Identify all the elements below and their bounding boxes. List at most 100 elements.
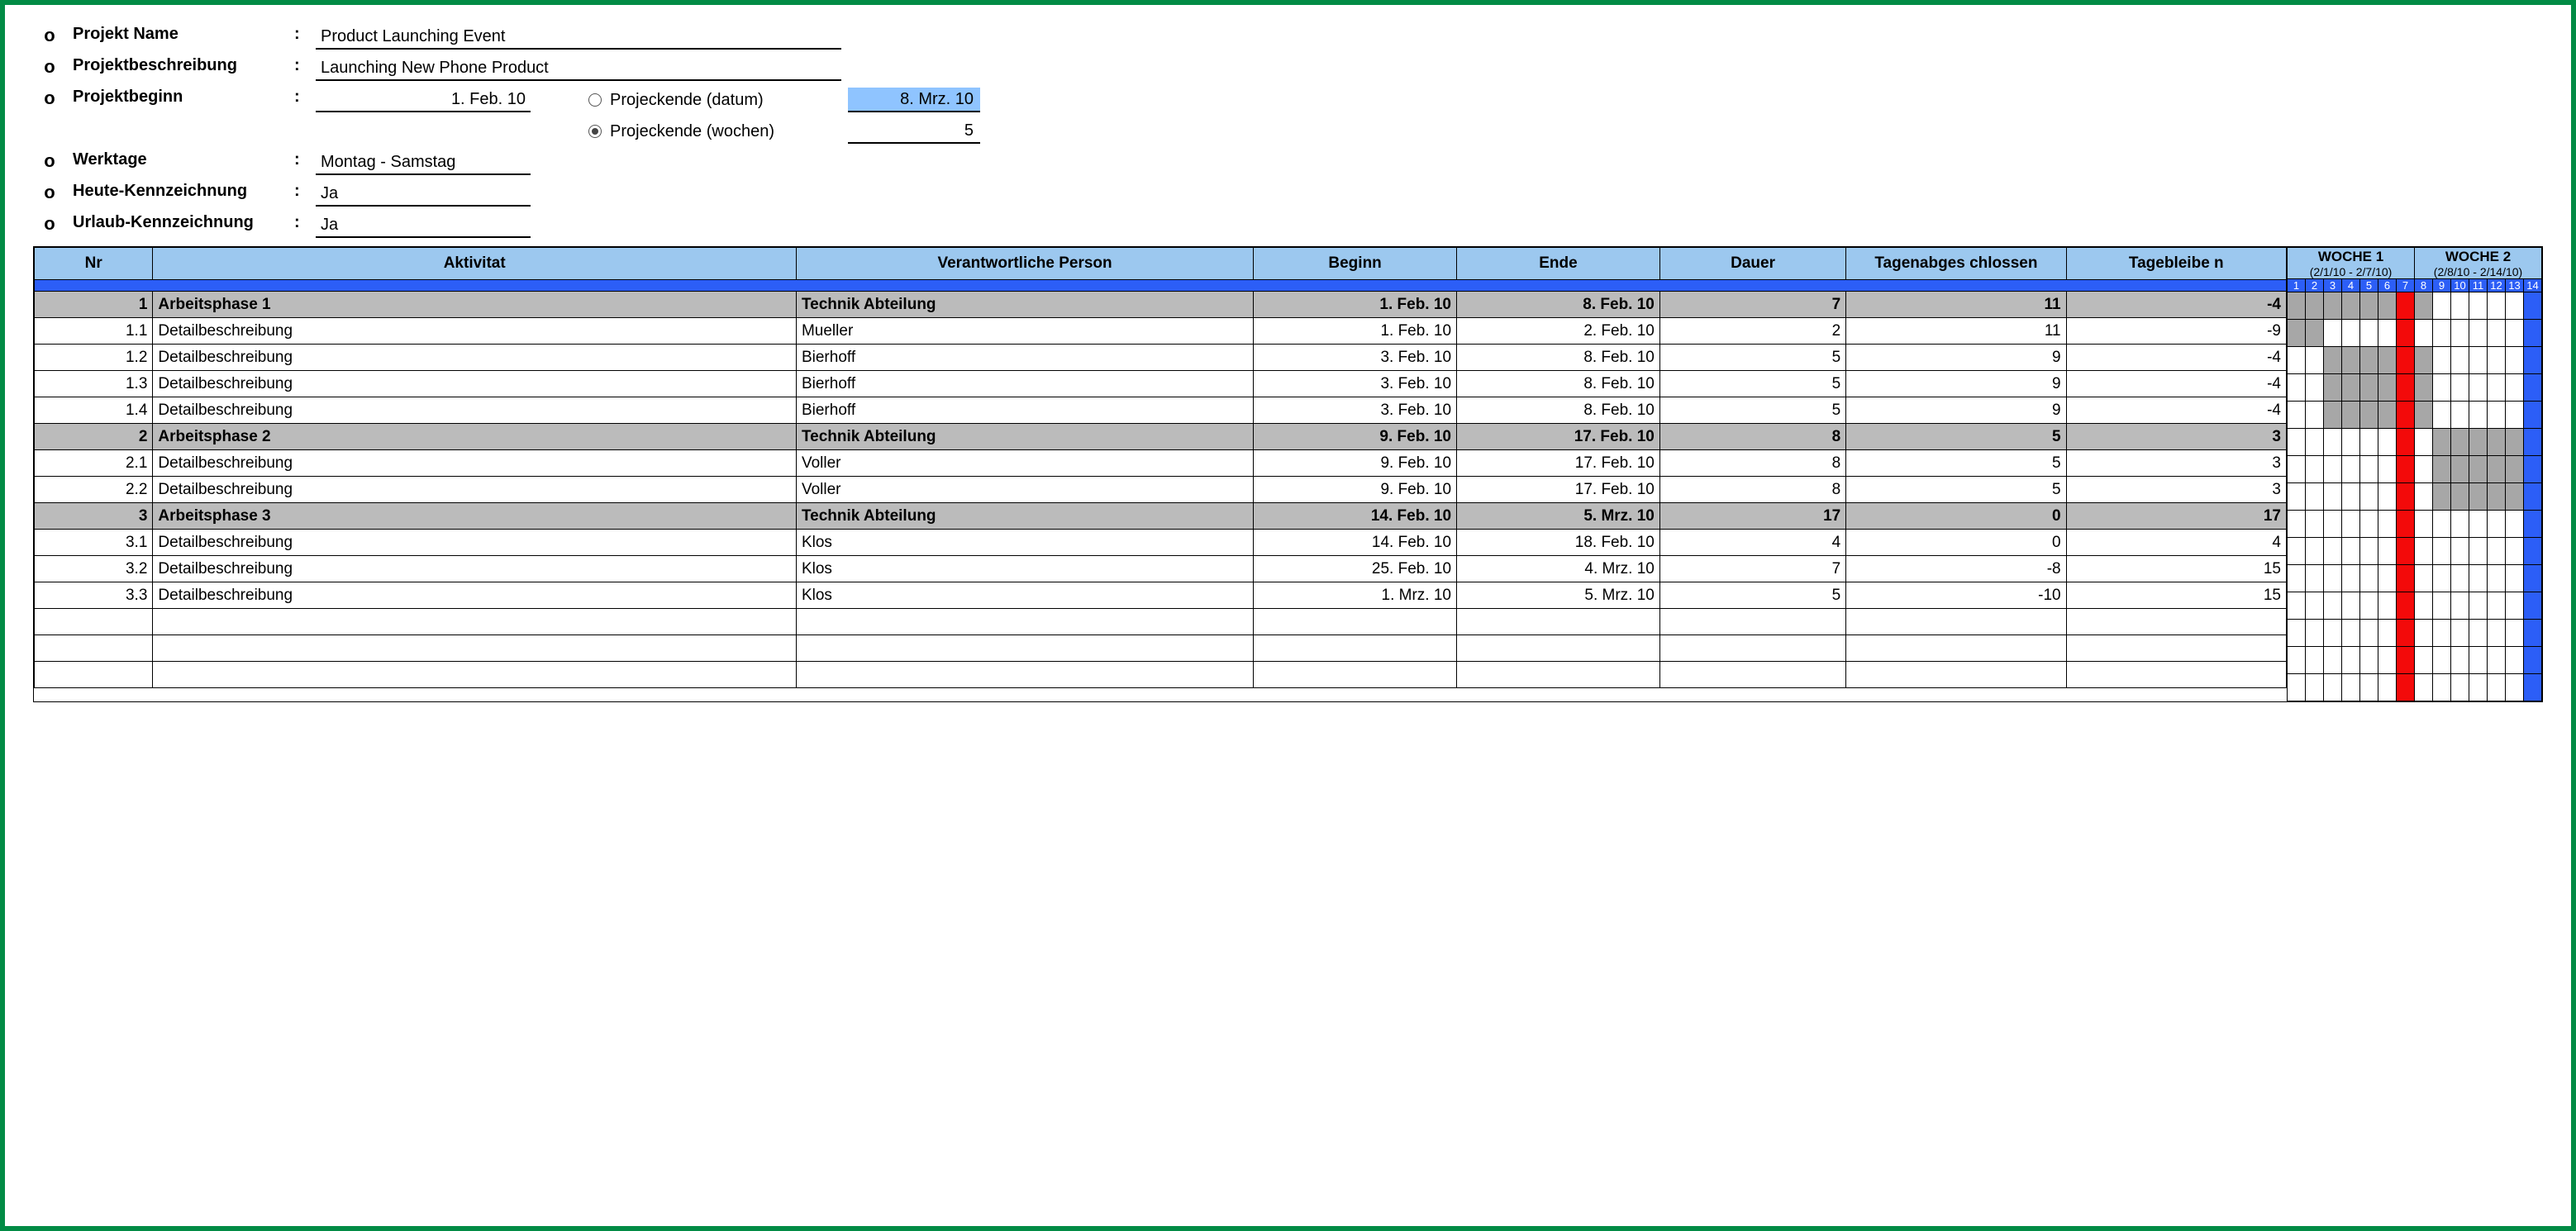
today-marker-field[interactable]: Ja xyxy=(316,182,531,207)
cell-person[interactable]: Bierhoff xyxy=(796,397,1253,424)
task-row[interactable]: 3.3DetailbeschreibungKlos1. Mrz. 105. Mr… xyxy=(35,582,2287,609)
cell-nr[interactable]: 3.2 xyxy=(35,556,153,582)
cell-begin[interactable]: 3. Feb. 10 xyxy=(1254,345,1457,371)
cell-duration[interactable]: 5 xyxy=(1659,582,1845,609)
task-row[interactable]: 1.3DetailbeschreibungBierhoff3. Feb. 108… xyxy=(35,371,2287,397)
cell-nr[interactable]: 3.1 xyxy=(35,530,153,556)
cell-person[interactable]: Mueller xyxy=(796,318,1253,345)
cell-nr[interactable]: 1.2 xyxy=(35,345,153,371)
cell-days-left[interactable]: -4 xyxy=(2066,345,2286,371)
cell-begin[interactable]: 25. Feb. 10 xyxy=(1254,556,1457,582)
cell-nr[interactable]: 3.3 xyxy=(35,582,153,609)
cell-begin[interactable]: 9. Feb. 10 xyxy=(1254,424,1457,450)
cell-person[interactable]: Klos xyxy=(796,582,1253,609)
cell-activity[interactable]: Detailbeschreibung xyxy=(153,345,797,371)
cell-days-left[interactable]: 15 xyxy=(2066,582,2286,609)
cell-end[interactable]: 8. Feb. 10 xyxy=(1457,292,1660,318)
cell-days-left[interactable]: -4 xyxy=(2066,292,2286,318)
cell-activity[interactable]: Detailbeschreibung xyxy=(153,530,797,556)
cell-activity[interactable]: Detailbeschreibung xyxy=(153,450,797,477)
cell-days-done[interactable]: 9 xyxy=(1846,397,2066,424)
cell-begin[interactable]: 1. Feb. 10 xyxy=(1254,318,1457,345)
phase-row[interactable]: 3Arbeitsphase 3Technik Abteilung14. Feb.… xyxy=(35,503,2287,530)
cell-duration[interactable]: 2 xyxy=(1659,318,1845,345)
task-row[interactable]: 3.2DetailbeschreibungKlos25. Feb. 104. M… xyxy=(35,556,2287,582)
cell-person[interactable]: Bierhoff xyxy=(796,345,1253,371)
cell-person[interactable]: Klos xyxy=(796,556,1253,582)
cell-days-done[interactable]: 0 xyxy=(1846,503,2066,530)
cell-activity[interactable]: Arbeitsphase 1 xyxy=(153,292,797,318)
task-row[interactable]: 2.2DetailbeschreibungVoller9. Feb. 1017.… xyxy=(35,477,2287,503)
cell-end[interactable]: 8. Feb. 10 xyxy=(1457,371,1660,397)
cell-activity[interactable]: Detailbeschreibung xyxy=(153,477,797,503)
cell-activity[interactable]: Arbeitsphase 3 xyxy=(153,503,797,530)
cell-activity[interactable]: Detailbeschreibung xyxy=(153,556,797,582)
cell-days-done[interactable]: -8 xyxy=(1846,556,2066,582)
cell-activity[interactable]: Detailbeschreibung xyxy=(153,318,797,345)
cell-days-left[interactable]: 4 xyxy=(2066,530,2286,556)
cell-days-done[interactable]: -10 xyxy=(1846,582,2066,609)
end-date-value[interactable]: 8. Mrz. 10 xyxy=(848,88,980,112)
cell-duration[interactable]: 8 xyxy=(1659,424,1845,450)
cell-days-left[interactable]: -4 xyxy=(2066,397,2286,424)
cell-person[interactable]: Klos xyxy=(796,530,1253,556)
cell-activity[interactable]: Detailbeschreibung xyxy=(153,582,797,609)
phase-row[interactable]: 2Arbeitsphase 2Technik Abteilung9. Feb. … xyxy=(35,424,2287,450)
cell-days-left[interactable]: 17 xyxy=(2066,503,2286,530)
cell-duration[interactable]: 8 xyxy=(1659,450,1845,477)
end-weeks-value[interactable]: 5 xyxy=(848,119,980,144)
cell-nr[interactable]: 1.3 xyxy=(35,371,153,397)
cell-end[interactable]: 5. Mrz. 10 xyxy=(1457,503,1660,530)
cell-nr[interactable]: 1.1 xyxy=(35,318,153,345)
phase-row[interactable]: 1Arbeitsphase 1Technik Abteilung1. Feb. … xyxy=(35,292,2287,318)
cell-days-done[interactable]: 11 xyxy=(1846,292,2066,318)
task-row[interactable]: 3.1DetailbeschreibungKlos14. Feb. 1018. … xyxy=(35,530,2287,556)
cell-end[interactable]: 17. Feb. 10 xyxy=(1457,450,1660,477)
cell-begin[interactable]: 9. Feb. 10 xyxy=(1254,477,1457,503)
task-row[interactable]: 1.2DetailbeschreibungBierhoff3. Feb. 108… xyxy=(35,345,2287,371)
cell-person[interactable]: Technik Abteilung xyxy=(796,292,1253,318)
cell-nr[interactable]: 2.1 xyxy=(35,450,153,477)
cell-duration[interactable]: 8 xyxy=(1659,477,1845,503)
cell-days-done[interactable]: 5 xyxy=(1846,424,2066,450)
cell-days-left[interactable]: -4 xyxy=(2066,371,2286,397)
cell-person[interactable]: Technik Abteilung xyxy=(796,503,1253,530)
cell-nr[interactable]: 3 xyxy=(35,503,153,530)
cell-begin[interactable]: 3. Feb. 10 xyxy=(1254,397,1457,424)
cell-days-done[interactable]: 5 xyxy=(1846,477,2066,503)
cell-nr[interactable]: 1.4 xyxy=(35,397,153,424)
cell-days-left[interactable]: 3 xyxy=(2066,424,2286,450)
cell-end[interactable]: 18. Feb. 10 xyxy=(1457,530,1660,556)
cell-duration[interactable]: 7 xyxy=(1659,556,1845,582)
cell-end[interactable]: 4. Mrz. 10 xyxy=(1457,556,1660,582)
cell-activity[interactable]: Detailbeschreibung xyxy=(153,397,797,424)
cell-days-done[interactable]: 9 xyxy=(1846,371,2066,397)
holiday-marker-field[interactable]: Ja xyxy=(316,213,531,238)
cell-duration[interactable]: 5 xyxy=(1659,371,1845,397)
cell-end[interactable]: 2. Feb. 10 xyxy=(1457,318,1660,345)
cell-days-done[interactable]: 11 xyxy=(1846,318,2066,345)
cell-person[interactable]: Technik Abteilung xyxy=(796,424,1253,450)
end-date-option[interactable]: Projeckende (datum) xyxy=(577,88,841,112)
cell-days-done[interactable]: 9 xyxy=(1846,345,2066,371)
cell-activity[interactable]: Detailbeschreibung xyxy=(153,371,797,397)
cell-end[interactable]: 17. Feb. 10 xyxy=(1457,424,1660,450)
workdays-field[interactable]: Montag - Samstag xyxy=(316,150,531,175)
cell-begin[interactable]: 14. Feb. 10 xyxy=(1254,530,1457,556)
cell-begin[interactable]: 3. Feb. 10 xyxy=(1254,371,1457,397)
cell-end[interactable]: 8. Feb. 10 xyxy=(1457,345,1660,371)
cell-begin[interactable]: 9. Feb. 10 xyxy=(1254,450,1457,477)
cell-duration[interactable]: 5 xyxy=(1659,397,1845,424)
cell-nr[interactable]: 2.2 xyxy=(35,477,153,503)
cell-duration[interactable]: 4 xyxy=(1659,530,1845,556)
cell-begin[interactable]: 14. Feb. 10 xyxy=(1254,503,1457,530)
cell-begin[interactable]: 1. Mrz. 10 xyxy=(1254,582,1457,609)
cell-duration[interactable]: 17 xyxy=(1659,503,1845,530)
task-row[interactable]: 1.4DetailbeschreibungBierhoff3. Feb. 108… xyxy=(35,397,2287,424)
cell-person[interactable]: Voller xyxy=(796,450,1253,477)
cell-days-left[interactable]: 15 xyxy=(2066,556,2286,582)
cell-begin[interactable]: 1. Feb. 10 xyxy=(1254,292,1457,318)
cell-duration[interactable]: 5 xyxy=(1659,345,1845,371)
cell-activity[interactable]: Arbeitsphase 2 xyxy=(153,424,797,450)
cell-end[interactable]: 8. Feb. 10 xyxy=(1457,397,1660,424)
